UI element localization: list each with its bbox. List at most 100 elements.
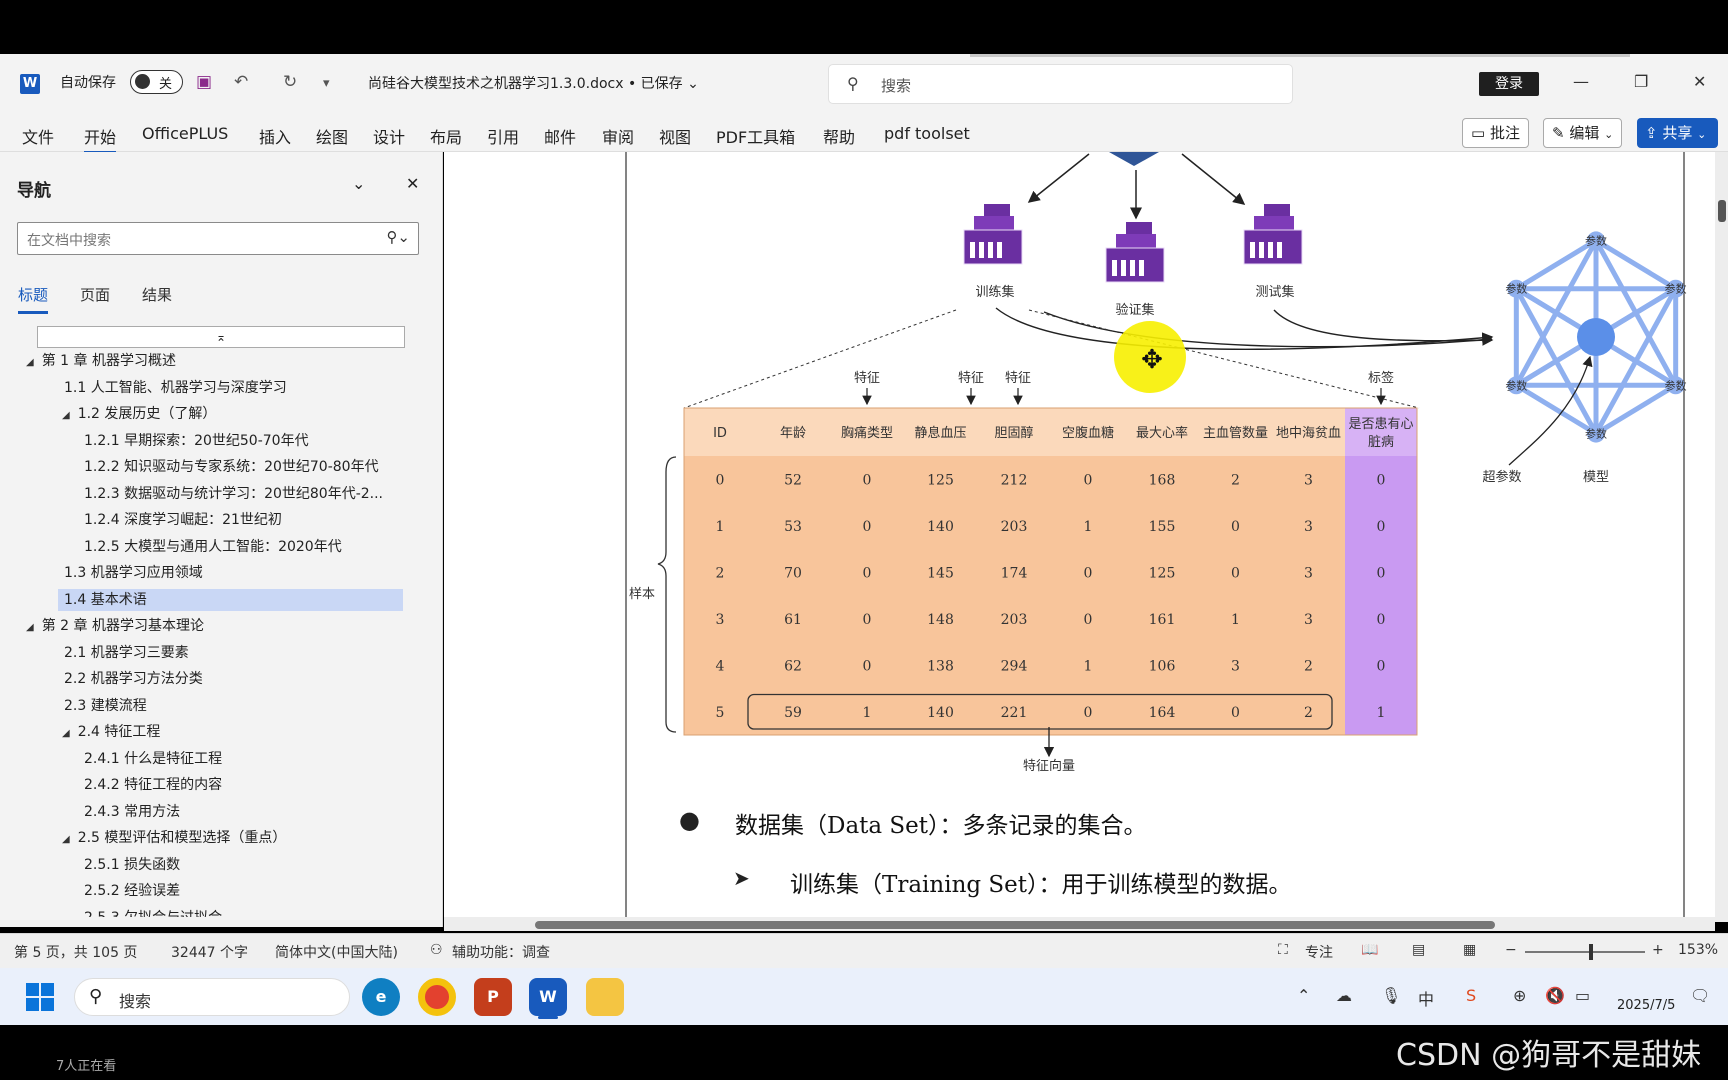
web-layout-icon[interactable]: ▦ (1463, 942, 1476, 958)
menu-review[interactable]: 审阅 (602, 124, 634, 148)
vertical-scrollbar[interactable] (1715, 152, 1728, 922)
nav-heading-item[interactable]: ◢ 第 1 章 机器学习概述 (26, 350, 176, 372)
expand-arrow-icon[interactable]: ◢ (62, 728, 70, 739)
menu-view[interactable]: 视图 (659, 124, 691, 148)
word-taskbar-icon[interactable]: W (529, 978, 567, 1016)
menu-pdf-tools[interactable]: PDF工具箱 (716, 124, 795, 148)
horizontal-scroll-thumb[interactable] (535, 921, 1495, 929)
zoom-level[interactable]: 153% (1678, 942, 1718, 958)
nav-search-input[interactable]: 在文档中搜索 ⚲⌄ (17, 222, 419, 255)
accessibility-status[interactable]: 辅助功能：调查 (452, 942, 550, 962)
nav-heading-item[interactable]: 2.1 机器学习三要素 (64, 642, 189, 664)
nav-tab-pages[interactable]: 页面 (80, 284, 110, 305)
nav-heading-item[interactable]: 1.4 基本术语 (58, 588, 403, 611)
network-icon[interactable]: ⊕ (1513, 986, 1526, 1005)
nav-heading-item[interactable]: 2.2 机器学习方法分类 (64, 668, 203, 690)
document-title[interactable]: 尚硅谷大模型技术之机器学习1.3.0.docx • 已保存 ⌄ (368, 73, 699, 93)
minimize-icon[interactable]: — (1573, 72, 1589, 91)
menu-mailings[interactable]: 邮件 (544, 124, 576, 148)
nav-heading-item[interactable]: 1.2.1 早期探索：20世纪50-70年代 (84, 430, 309, 452)
expand-arrow-icon[interactable]: ◢ (62, 410, 70, 421)
expand-arrow-icon[interactable]: ◢ (26, 357, 34, 368)
menu-home[interactable]: 开始 (84, 124, 117, 154)
file-explorer-icon[interactable] (586, 978, 624, 1016)
nav-heading-item[interactable]: 1.2.2 知识驱动与专家系统：20世纪70-80年代 (84, 456, 379, 478)
taskbar-clock[interactable]: 2025/7/5 (1617, 977, 1675, 1015)
search-icon[interactable]: ⚲⌄ (386, 228, 410, 246)
battery-icon[interactable]: ▭ (1575, 986, 1590, 1005)
sogou-icon[interactable]: S (1466, 986, 1476, 1005)
notification-icon[interactable]: 🗨 (1690, 986, 1710, 1005)
nav-heading-item[interactable]: 1.2.3 数据驱动与统计学习：20世纪80年代-2... (84, 483, 383, 505)
menu-pdf-toolset[interactable]: pdf toolset (884, 124, 970, 143)
onedrive-icon[interactable]: ☁ (1336, 986, 1352, 1005)
menu-design[interactable]: 设计 (373, 124, 405, 148)
zoom-in-icon[interactable]: + (1652, 942, 1664, 958)
nav-heading-item[interactable]: 1.2.4 深度学习崛起：21世纪初 (84, 509, 282, 531)
menu-insert[interactable]: 插入 (259, 124, 291, 148)
nav-heading-item[interactable]: 2.5.3 欠拟合与过拟合 (84, 907, 222, 918)
nav-heading-item[interactable]: 2.5.1 损失函数 (84, 854, 180, 876)
login-button[interactable]: 登录 (1479, 72, 1539, 96)
save-icon[interactable]: ▣ (196, 72, 212, 92)
zoom-slider-thumb[interactable] (1589, 944, 1593, 960)
nav-scroll-up-icon[interactable]: ⌅ (37, 326, 405, 348)
customize-qat-icon[interactable]: ▾ (323, 76, 330, 91)
table-cell: 52 (784, 472, 802, 488)
nav-heading-item[interactable]: 2.4.1 什么是特征工程 (84, 748, 222, 770)
word-count[interactable]: 32447 个字 (171, 942, 248, 962)
share-button[interactable]: ⇪ 共享 ⌄ (1637, 118, 1718, 148)
paragraph-training-set[interactable]: 训练集（Training Set）：用于训练模型的数据。 (790, 865, 1292, 899)
taskbar-search[interactable]: ⚲ 搜索 (74, 978, 350, 1016)
nav-heading-item[interactable]: ◢ 1.2 发展历史（了解） (62, 403, 216, 425)
microphone-icon[interactable]: 🎙 (1381, 986, 1401, 1005)
powerpoint-icon[interactable]: P (474, 978, 512, 1016)
focus-mode[interactable]: 专注 (1305, 942, 1333, 962)
print-layout-icon[interactable]: ▤ (1412, 942, 1425, 958)
nav-heading-item[interactable]: 1.3 机器学习应用领域 (64, 562, 203, 584)
menu-references[interactable]: 引用 (487, 124, 519, 148)
comment-button[interactable]: ▭ 批注 (1462, 118, 1529, 148)
expand-arrow-icon[interactable]: ◢ (26, 622, 34, 633)
vertical-scroll-thumb[interactable] (1718, 200, 1726, 222)
title-search-box[interactable]: ⚲ 搜索 (828, 64, 1293, 104)
restore-icon[interactable]: ❐ (1634, 72, 1648, 91)
undo-icon[interactable]: ↶ (234, 72, 248, 92)
nav-heading-item[interactable]: 2.5.2 经验误差 (84, 880, 180, 902)
table-header-cell: 年龄 (780, 426, 806, 441)
close-window-icon[interactable]: ✕ (1693, 72, 1706, 91)
menu-file[interactable]: 文件 (22, 124, 54, 148)
page-count[interactable]: 第 5 页，共 105 页 (14, 942, 137, 962)
zoom-slider[interactable] (1525, 951, 1645, 953)
read-mode-icon[interactable]: 📖 (1361, 942, 1378, 958)
nav-heading-item[interactable]: 2.4.3 常用方法 (84, 801, 180, 823)
paragraph-dataset[interactable]: 数据集（Data Set）：多条记录的集合。 (735, 806, 1147, 840)
nav-heading-item[interactable]: ◢ 2.5 模型评估和模型选择（重点） (62, 827, 286, 849)
volume-muted-icon[interactable]: 🔇 (1545, 986, 1565, 1005)
ime-icon[interactable]: 中 (1418, 986, 1434, 1010)
nav-tab-headings[interactable]: 标题 (18, 284, 49, 314)
redo-icon[interactable]: ↻ (283, 72, 297, 92)
zoom-out-icon[interactable]: − (1505, 942, 1517, 958)
language[interactable]: 简体中文(中国大陆) (275, 942, 398, 962)
nav-heading-item[interactable]: 1.2.5 大模型与通用人工智能：2020年代 (84, 536, 342, 558)
tray-chevron-up-icon[interactable]: ⌃ (1297, 986, 1310, 1005)
nav-tab-results[interactable]: 结果 (142, 284, 172, 305)
edit-mode-button[interactable]: ✎ 编辑 ⌄ (1543, 118, 1623, 148)
nav-heading-item[interactable]: ◢ 第 2 章 机器学习基本理论 (26, 615, 204, 637)
nav-heading-item[interactable]: 2.3 建模流程 (64, 695, 147, 717)
nav-heading-item[interactable]: 1.1 人工智能、机器学习与深度学习 (64, 377, 287, 399)
nav-heading-item[interactable]: 2.4.2 特征工程的内容 (84, 774, 222, 796)
windows-start-icon[interactable] (26, 983, 54, 1011)
menu-help[interactable]: 帮助 (823, 124, 855, 148)
edge-icon[interactable]: e (362, 978, 400, 1016)
menu-draw[interactable]: 绘图 (316, 124, 348, 148)
menu-layout[interactable]: 布局 (430, 124, 462, 148)
expand-arrow-icon[interactable]: ◢ (62, 834, 70, 845)
autosave-toggle[interactable]: 关 (130, 70, 183, 94)
nav-close-icon[interactable]: ✕ (406, 174, 419, 193)
menu-officeplus[interactable]: OfficePLUS (142, 124, 228, 143)
chrome-icon[interactable] (418, 978, 456, 1016)
nav-heading-item[interactable]: ◢ 2.4 特征工程 (62, 721, 160, 743)
nav-options-chevron-icon[interactable]: ⌄ (352, 174, 365, 193)
